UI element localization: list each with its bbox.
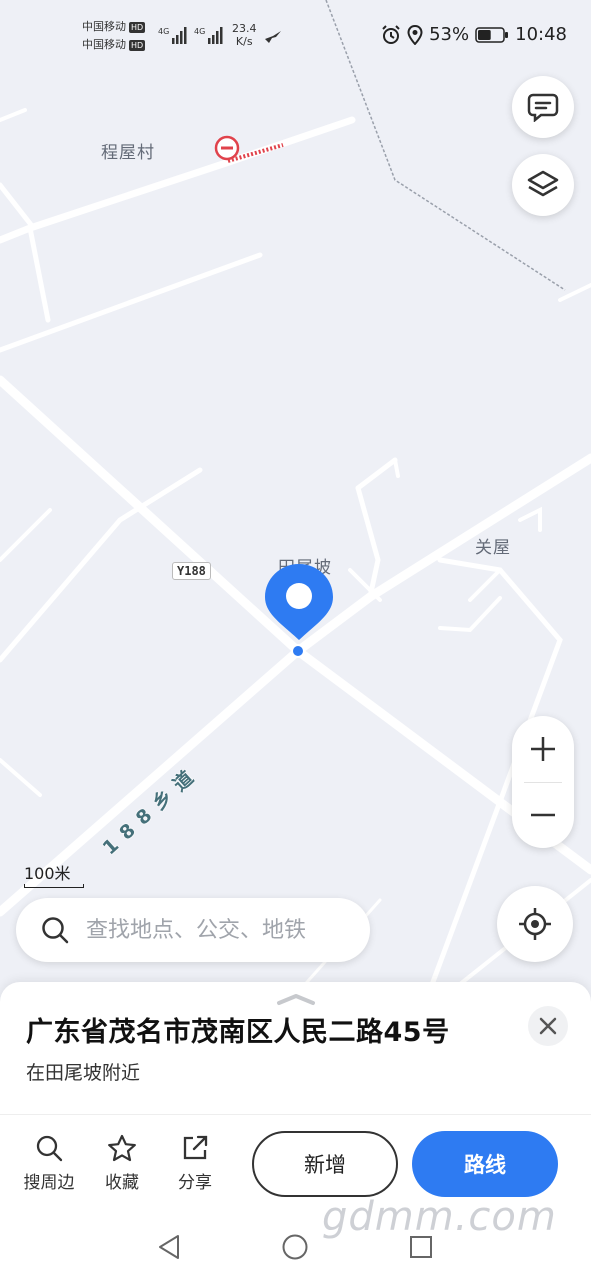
svg-text:4G: 4G	[158, 27, 169, 36]
search-nearby-icon	[36, 1135, 63, 1162]
location-pin-icon[interactable]	[262, 562, 336, 660]
watermark: gdmm.com	[322, 1194, 557, 1240]
feedback-button[interactable]	[512, 76, 574, 138]
sheet-divider	[0, 1114, 591, 1115]
battery-icon	[475, 26, 509, 43]
layers-button[interactable]	[512, 154, 574, 216]
back-icon	[159, 1235, 179, 1259]
no-entry-icon	[214, 135, 240, 161]
feedback-icon	[527, 93, 559, 122]
address-title: 广东省茂名市茂南区人民二路45号	[26, 1017, 450, 1048]
location-status-icon	[407, 24, 423, 45]
map-scale: 100米	[24, 860, 84, 888]
minus-icon	[531, 813, 555, 817]
carrier-2: 中国移动 HD	[82, 38, 146, 52]
add-button[interactable]: 新增	[252, 1131, 398, 1197]
star-icon	[108, 1134, 136, 1162]
place-label-guanwu: 关屋	[475, 538, 511, 558]
place-label-chengwucun: 程屋村	[101, 143, 155, 163]
share-button[interactable]: 分享	[163, 1134, 227, 1193]
zoom-controls	[512, 716, 574, 848]
zoom-divider	[524, 782, 562, 783]
road-number-badge: Y188	[172, 562, 211, 580]
carrier-1: 中国移动 HD	[82, 20, 146, 34]
clock: 10:48	[515, 24, 567, 45]
locate-button[interactable]	[497, 886, 573, 962]
nav-home-button[interactable]	[278, 1230, 312, 1264]
scale-label: 100米	[24, 864, 71, 883]
locate-icon	[519, 908, 551, 940]
close-icon	[539, 1017, 557, 1035]
close-button[interactable]	[528, 1006, 568, 1046]
alarm-icon	[382, 24, 400, 44]
svg-text:4G: 4G	[194, 27, 205, 36]
signal-icon: 4G 4G	[158, 27, 223, 44]
address-subtitle: 在田尾坡附近	[26, 1062, 141, 1084]
hd-badge-1: HD	[129, 22, 146, 33]
search-icon	[42, 917, 69, 944]
scale-bar	[24, 884, 84, 888]
share-label: 分享	[178, 1173, 212, 1193]
favorite-button[interactable]: 收藏	[90, 1134, 154, 1193]
route-button[interactable]: 路线	[412, 1131, 558, 1197]
network-speed-value: 23.4	[232, 22, 257, 35]
nearby-button[interactable]: 搜周边	[17, 1134, 81, 1193]
search-bar[interactable]	[16, 898, 370, 962]
status-bar: 中国移动 HD 中国移动 HD 4G 4G 23.4 K/s 53% 10:48	[0, 0, 591, 72]
nav-back-button[interactable]	[152, 1230, 186, 1264]
network-speed: 23.4 K/s	[232, 22, 257, 48]
zoom-out-button[interactable]	[512, 784, 574, 846]
carrier-1-label: 中国移动	[82, 20, 126, 33]
layers-icon	[527, 170, 559, 197]
share-icon	[183, 1135, 208, 1160]
place-detail-sheet: 广东省茂名市茂南区人民二路45号 在田尾坡附近 搜周边 收藏 分享 新增 路线	[0, 982, 591, 1212]
plus-icon	[531, 737, 555, 761]
hummingbird-icon	[265, 31, 281, 43]
status-right: 53% 10:48	[381, 24, 567, 45]
carrier-2-label: 中国移动	[82, 38, 126, 51]
network-speed-unit: K/s	[235, 35, 253, 48]
favorite-label: 收藏	[105, 1173, 139, 1193]
sheet-handle-icon[interactable]	[276, 992, 316, 1006]
hd-badge-2: HD	[129, 40, 146, 51]
battery-percent: 53%	[429, 24, 470, 45]
zoom-in-button[interactable]	[512, 718, 574, 780]
home-icon	[282, 1234, 308, 1260]
nearby-label: 搜周边	[23, 1173, 75, 1193]
search-input[interactable]	[86, 917, 356, 943]
